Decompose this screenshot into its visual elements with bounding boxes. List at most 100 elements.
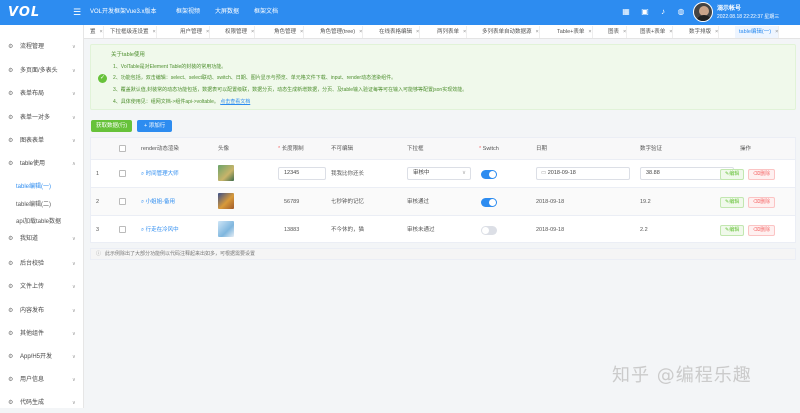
- render-link[interactable]: ⌕ 小姐姐-备用: [141, 188, 175, 216]
- select-all-checkbox[interactable]: [119, 145, 126, 152]
- tab-item[interactable]: 两列表单 ×: [433, 26, 468, 38]
- close-icon[interactable]: ×: [669, 29, 672, 35]
- tab-item[interactable]: 多列表单自动数据源 ×: [478, 26, 540, 38]
- sidebar-subitem-table-edit-1[interactable]: table编辑(一): [16, 181, 51, 190]
- menu-icon[interactable]: ☰: [73, 8, 81, 17]
- length-input[interactable]: 12345: [278, 167, 326, 180]
- nav-docs[interactable]: 框架文档: [254, 0, 278, 25]
- render-link[interactable]: ⌕ 时间管理大师: [141, 160, 179, 188]
- sidebar-item-layout[interactable]: ⚙ 表单布局 ∨: [0, 84, 84, 104]
- tab-item[interactable]: 角色管理 ×: [270, 26, 305, 38]
- tab-item[interactable]: 角色管理(tree) ×: [316, 26, 364, 38]
- get-data-button[interactable]: 获取数据(行): [91, 120, 133, 132]
- status-select[interactable]: 审核中 ∨: [407, 167, 471, 180]
- status-value[interactable]: 审核未通过: [407, 216, 435, 244]
- avatar-image[interactable]: [218, 221, 234, 237]
- table-row[interactable]: 1 ⌕ 时间管理大师 12345 我我比你还长 审核中 ∨ ▭ 2018-09-1…: [91, 160, 795, 188]
- tab-item[interactable]: 在线表格编辑 ×: [375, 26, 421, 38]
- grid-icon[interactable]: ▦: [621, 7, 631, 17]
- chevron-down-icon: ∨: [72, 91, 76, 97]
- length-value[interactable]: 13883: [284, 216, 299, 244]
- close-icon[interactable]: ×: [153, 29, 156, 35]
- delete-button[interactable]: ⌫删除: [748, 197, 776, 208]
- sidebar-item-app[interactable]: ⚙ App/H5开发 ∨: [0, 347, 84, 367]
- image-icon[interactable]: ▣: [640, 7, 650, 17]
- sidebar-subitem-table-edit-2[interactable]: table编辑(二): [16, 199, 51, 208]
- mobile-icon: ⚙: [8, 354, 14, 360]
- col-actions: 操作: [740, 146, 752, 152]
- tab-item[interactable]: 下拉框级连设置 ×: [106, 26, 157, 38]
- close-icon[interactable]: ×: [588, 29, 591, 35]
- close-icon[interactable]: ×: [715, 29, 718, 35]
- row-checkbox[interactable]: [119, 198, 126, 205]
- user-icon: ⚙: [8, 377, 14, 383]
- row-number: 1: [96, 171, 100, 177]
- check-icon: ⚙: [8, 261, 14, 267]
- tab-item[interactable]: 图表 ×: [604, 26, 628, 38]
- number-value[interactable]: 19.2: [640, 188, 651, 216]
- bell-icon[interactable]: ♪: [658, 7, 668, 17]
- docs-link[interactable]: 点击查看文档: [220, 99, 250, 105]
- close-icon[interactable]: ×: [206, 29, 209, 35]
- sidebar-item-one-to-many[interactable]: ⚙ 表单一对多 ∨: [0, 108, 84, 128]
- edit-button[interactable]: ✎编辑: [720, 225, 745, 236]
- add-row-button[interactable]: + 添加行: [137, 120, 173, 132]
- switch-toggle[interactable]: [481, 198, 497, 207]
- close-icon[interactable]: ×: [100, 29, 103, 35]
- tab-item[interactable]: 置 ×: [86, 26, 104, 38]
- date-value[interactable]: 2018-09-18: [536, 216, 564, 244]
- close-icon[interactable]: ×: [536, 29, 539, 35]
- status-value[interactable]: 审核通过: [407, 188, 429, 216]
- sidebar-item-chart-form[interactable]: ⚙ 图表表单 ∨: [0, 131, 84, 151]
- edit-button[interactable]: ✎编辑: [720, 169, 745, 180]
- close-icon[interactable]: ×: [359, 29, 362, 35]
- avatar-image[interactable]: [218, 193, 234, 209]
- close-icon[interactable]: ×: [775, 29, 778, 35]
- date-value[interactable]: 2018-09-18: [536, 188, 564, 216]
- edit-button[interactable]: ✎编辑: [720, 197, 745, 208]
- delete-button[interactable]: ⌫删除: [748, 169, 776, 180]
- sidebar-item-user[interactable]: ⚙ 用户信息 ∨: [0, 370, 84, 390]
- render-link[interactable]: ⌕ 行走在冷风中: [141, 216, 179, 244]
- sidebar-item-upload[interactable]: ⚙ 文件上传 ∨: [0, 277, 84, 297]
- readonly-text: 我我比你还长: [331, 171, 365, 177]
- tab-item[interactable]: 权限管理 ×: [221, 26, 256, 38]
- sidebar-item-pages[interactable]: ⚙ 多页面/多表头 ∨: [0, 61, 84, 81]
- avatar-image[interactable]: [218, 165, 234, 181]
- number-value[interactable]: 2.2: [640, 216, 648, 244]
- nav-bigscreen[interactable]: 大屏数据: [215, 0, 239, 25]
- nav-video[interactable]: 框架视频: [176, 0, 200, 25]
- close-icon[interactable]: ×: [463, 29, 466, 35]
- tab-item[interactable]: Table+表单 ×: [553, 26, 593, 38]
- close-icon[interactable]: ×: [416, 29, 419, 35]
- sidebar-subitem-api-table[interactable]: api加载table数据: [16, 216, 61, 225]
- sidebar-item-table[interactable]: ⚙ table使用 ∧: [0, 154, 84, 174]
- delete-button[interactable]: ⌫删除: [748, 225, 776, 236]
- sidebar-item-validation[interactable]: ⚙ 后台校验 ∨: [0, 254, 84, 274]
- table-row[interactable]: 3 ⌕ 行走在冷风中 13883 不今休的，猫 审核未通过 2018-09-18…: [91, 216, 795, 244]
- notice-line: 3、覆盖默认值,封装常的动态功能包括，数据表可以配置级联，数据分页，动态生成新增…: [113, 87, 468, 93]
- globe-icon[interactable]: ◍: [676, 7, 686, 17]
- tab-item-active[interactable]: table编辑(一) ×: [735, 26, 780, 38]
- close-icon[interactable]: ×: [300, 29, 303, 35]
- table-row[interactable]: 2 ⌕ 小姐姐-备用 56789 七秒钟的记忆 审核通过 2018-09-18 …: [91, 188, 795, 216]
- close-icon[interactable]: ×: [623, 29, 626, 35]
- avatar[interactable]: [693, 2, 713, 22]
- sidebar-item-codegen[interactable]: ⚙ 代码生成 ∨: [0, 393, 84, 413]
- length-value[interactable]: 56789: [284, 188, 299, 216]
- switch-toggle[interactable]: [481, 170, 497, 179]
- sidebar-item-publish[interactable]: ⚙ 内容发布 ∨: [0, 301, 84, 321]
- tab-item[interactable]: 用户管理 ×: [176, 26, 211, 38]
- switch-toggle[interactable]: [481, 226, 497, 235]
- sidebar-item-info[interactable]: ⚙ 我知道 ∨: [0, 229, 84, 249]
- tab-item[interactable]: 图表+表单 ×: [636, 26, 674, 38]
- readonly-text: 七秒钟的记忆: [331, 199, 365, 205]
- date-input[interactable]: ▭ 2018-09-18: [536, 167, 630, 180]
- user-name[interactable]: 溺示帐号: [717, 3, 741, 12]
- row-checkbox[interactable]: [119, 170, 126, 177]
- close-icon[interactable]: ×: [251, 29, 254, 35]
- tab-item[interactable]: 数字排版 ×: [685, 26, 720, 38]
- sidebar-item-components[interactable]: ⚙ 其他组件 ∨: [0, 324, 84, 344]
- row-checkbox[interactable]: [119, 226, 126, 233]
- sidebar-item-flow[interactable]: ⚙ 流程管理 ∨: [0, 37, 84, 57]
